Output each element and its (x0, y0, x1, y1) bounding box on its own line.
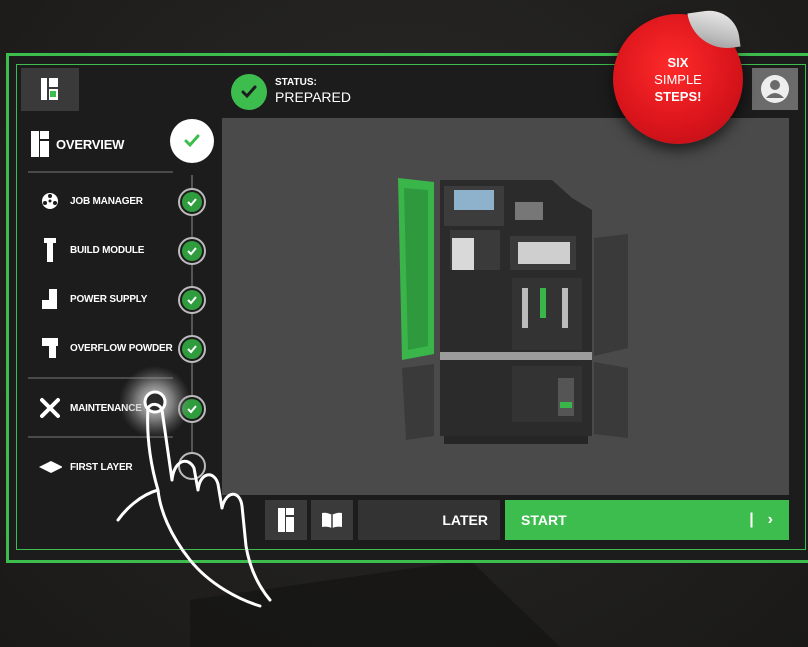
status-check-icon (231, 74, 267, 110)
later-label: LATER (442, 512, 488, 528)
chevron-right-icon: › (767, 511, 773, 528)
step-check-icon (178, 335, 206, 363)
power-supply-icon (38, 288, 62, 310)
status-value: PREPARED (275, 89, 351, 105)
tools-icon (38, 397, 62, 419)
pointing-hand-illustration (116, 366, 272, 608)
overview-check-icon (170, 119, 214, 163)
film-reel-icon (38, 191, 62, 211)
sticker-line-1: SIX (667, 54, 689, 70)
overflow-powder-icon (38, 337, 62, 359)
start-separator: | (749, 511, 754, 528)
logo-icon (41, 77, 58, 100)
user-icon (761, 75, 789, 103)
printer-machine-illustration (398, 178, 628, 444)
step-label: POWER SUPPLY (70, 293, 148, 305)
start-button[interactable]: START | › (505, 500, 789, 540)
step-label: JOB MANAGER (70, 195, 143, 207)
manual-button[interactable] (311, 500, 353, 540)
step-check-icon (178, 237, 206, 265)
overview-label: OVERVIEW (56, 136, 125, 152)
step-label: OVERFLOW POWDER (70, 342, 173, 354)
user-avatar-button[interactable] (752, 68, 798, 110)
sidebar-divider (28, 171, 173, 173)
start-label: START (521, 512, 567, 528)
status-label: STATUS: (275, 77, 317, 88)
sidebar-item-power-supply[interactable]: POWER SUPPLY (38, 284, 147, 314)
later-button[interactable]: LATER (358, 500, 500, 540)
sticker-line-3: STEPS! (654, 88, 702, 104)
step-check-icon (178, 188, 206, 216)
build-module-icon (38, 237, 62, 263)
app-logo-button[interactable] (21, 68, 79, 111)
sidebar-item-overflow-powder[interactable]: OVERFLOW POWDER (38, 333, 173, 363)
step-check-icon (178, 286, 206, 314)
overview-heading[interactable]: OVERVIEW (30, 124, 124, 164)
machine-viewport (222, 118, 789, 495)
printer-icon (31, 131, 49, 157)
sidebar-item-build-module[interactable]: BUILD MODULE (38, 235, 144, 265)
book-icon (322, 512, 342, 528)
layer-icon (38, 460, 62, 474)
step-label: BUILD MODULE (70, 244, 145, 256)
sidebar-item-job-manager[interactable]: JOB MANAGER (38, 186, 143, 216)
sticker-line-2: SIMPLE (654, 71, 702, 87)
